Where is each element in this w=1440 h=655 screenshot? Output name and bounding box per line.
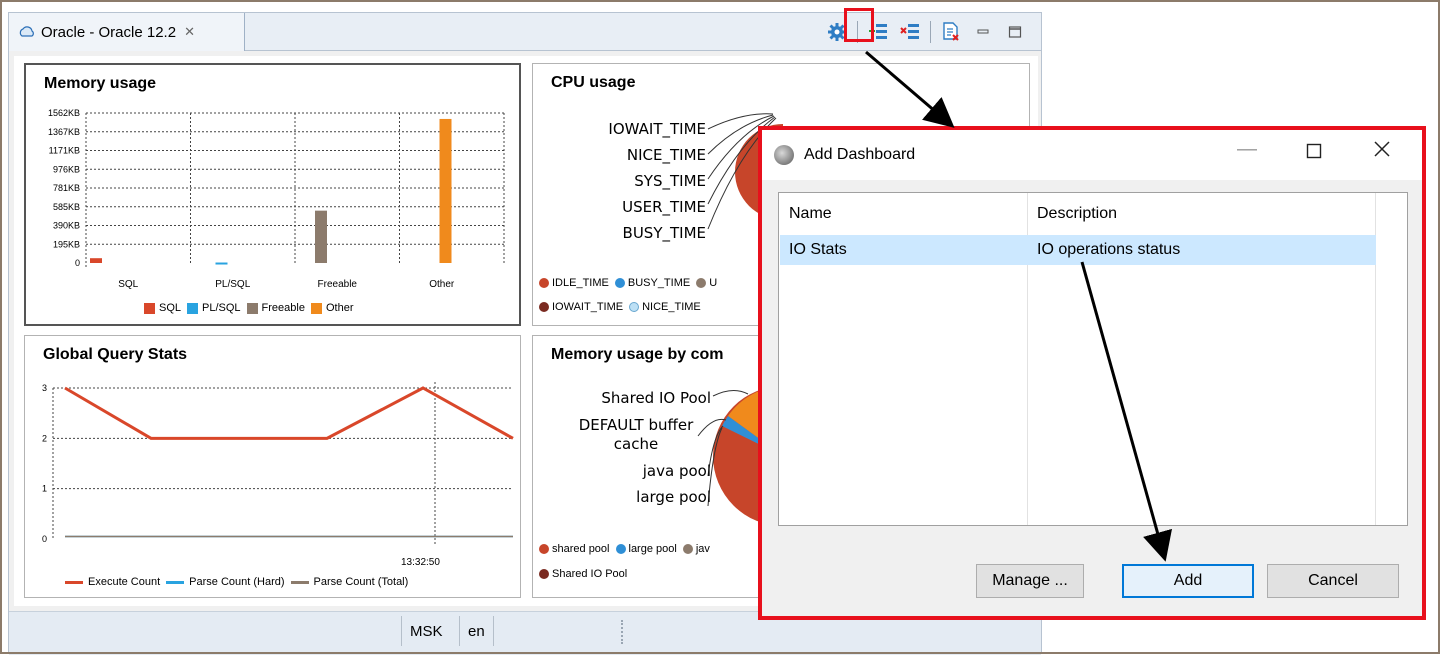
pie-label: NICE_TIME (626, 146, 706, 164)
pie-label: BUSY_TIME (622, 224, 706, 242)
dbeaver-app-icon (774, 145, 794, 165)
legend-item: Other (310, 302, 353, 314)
legend-item: Parse Count (Total) (290, 576, 408, 588)
y-tick-label: 585KB (53, 202, 80, 212)
timezone-indicator[interactable]: MSK (401, 616, 451, 646)
column-header-description[interactable]: Description (1037, 205, 1117, 223)
dialog-title-bar: Add Dashboard — (762, 130, 1422, 180)
y-tick-label: 781KB (53, 183, 80, 193)
tab-bar: Oracle - Oracle 12.2 ✕ (9, 13, 1041, 51)
x-axis-time-label: 13:32:50 (401, 557, 440, 568)
cell-description[interactable]: IO operations status (1037, 241, 1180, 259)
tab-oracle-connection[interactable]: Oracle - Oracle 12.2 ✕ (9, 13, 245, 51)
tab-label: Oracle - Oracle 12.2 (41, 23, 177, 41)
locale-indicator[interactable]: en (459, 616, 494, 646)
close-icon[interactable] (1373, 140, 1391, 164)
manage-button[interactable]: Manage ... (976, 564, 1084, 598)
legend-item: Freeable (246, 302, 305, 314)
minimize-icon (977, 29, 989, 34)
y-tick-label: 3 (42, 383, 47, 393)
y-tick-label: 195KB (53, 239, 80, 249)
pie-label: large pool (636, 488, 711, 506)
maximize-view-button[interactable] (1003, 20, 1027, 44)
cpu-legend-row: IOWAIT_TIME NICE_TIME (539, 301, 707, 313)
database-connection-icon (19, 26, 34, 37)
global-query-stats-legend: Execute Count Parse Count (Hard) Parse Cou… (65, 576, 414, 588)
x-tick-label: Freeable (318, 279, 358, 290)
legend-item: Parse Count (Hard) (166, 576, 285, 588)
y-tick-label: 0 (42, 534, 47, 544)
legend-item: PL/SQL (187, 302, 241, 314)
y-tick-label: 976KB (53, 164, 80, 174)
cpu-legend-row: IDLE_TIME BUSY_TIME U (539, 277, 723, 289)
bar-pl-sql (215, 262, 228, 265)
y-tick-label: 1 (42, 484, 47, 494)
memory-usage-bar-chart: 1562KB 1367KB 1171KB 976KB 781KB 585KB 390KB 19… (48, 108, 505, 290)
column-header-name[interactable]: Name (789, 205, 832, 223)
pie-label: Shared IO Pool (601, 389, 711, 407)
maximize-icon[interactable] (1306, 142, 1322, 165)
add-dashboard-highlight (844, 8, 874, 42)
memory-usage-legend: SQL PL/SQL Freeable Other (144, 302, 359, 314)
memory-by-component-legend-row: shared pool large pool jav (539, 543, 716, 555)
legend-item: Execute Count (65, 576, 160, 588)
pie-label: DEFAULT buffer cache (578, 416, 694, 453)
remove-dashboard-button[interactable] (898, 20, 922, 44)
global-query-stats-panel[interactable]: Global Query Stats 3210 13:32:50 Execute… (24, 335, 521, 598)
legend-item: SQL (144, 302, 181, 314)
y-tick-label: 1367KB (48, 127, 80, 137)
remove-dashboard-icon (900, 24, 919, 39)
pie-label: SYS_TIME (634, 172, 706, 190)
memory-by-component-legend-row: Shared IO Pool (539, 568, 633, 580)
cancel-button[interactable]: Cancel (1267, 564, 1399, 598)
y-tick-label: 2 (42, 433, 47, 443)
minimize-icon[interactable]: — (1237, 138, 1257, 161)
x-tick-label: Other (429, 279, 455, 290)
pie-label: java pool (642, 462, 711, 480)
x-tick-label: PL/SQL (215, 279, 250, 290)
bar-sql (90, 258, 102, 263)
y-tick-label: 1171KB (49, 146, 80, 156)
x-tick-label: SQL (118, 279, 138, 290)
reset-dashboards-button[interactable] (939, 20, 963, 44)
y-tick-label: 1562KB (48, 108, 80, 118)
dialog-title: Add Dashboard (804, 146, 916, 163)
tab-close-icon[interactable]: ✕ (184, 24, 195, 40)
global-query-stats-line-chart: 3 2 1 0 (42, 382, 514, 545)
maximize-icon (1008, 26, 1022, 38)
y-tick-label: 390KB (53, 221, 80, 231)
add-dashboard-dialog: Add Dashboard — Name Description IO Stat… (758, 126, 1426, 620)
minimize-view-button[interactable] (971, 20, 995, 44)
y-tick-label: 0 (75, 258, 80, 268)
add-button[interactable]: Add (1122, 564, 1254, 598)
reset-document-icon (943, 22, 959, 41)
memory-usage-panel[interactable]: Memory usage 1562KB 1367KB 1171KB 976KB 781K… (24, 63, 521, 326)
toolbar-separator (930, 21, 931, 43)
dashboard-list-table[interactable]: Name Description IO Stats IO operations … (778, 192, 1408, 526)
bar-freeable (315, 210, 327, 263)
series-line-0 (64, 386, 514, 440)
pie-label: IOWAIT_TIME (608, 120, 706, 138)
pie-label: USER_TIME (622, 198, 706, 216)
status-resize-grip[interactable] (621, 620, 623, 644)
cell-name[interactable]: IO Stats (789, 241, 847, 259)
bar-other (439, 118, 452, 263)
